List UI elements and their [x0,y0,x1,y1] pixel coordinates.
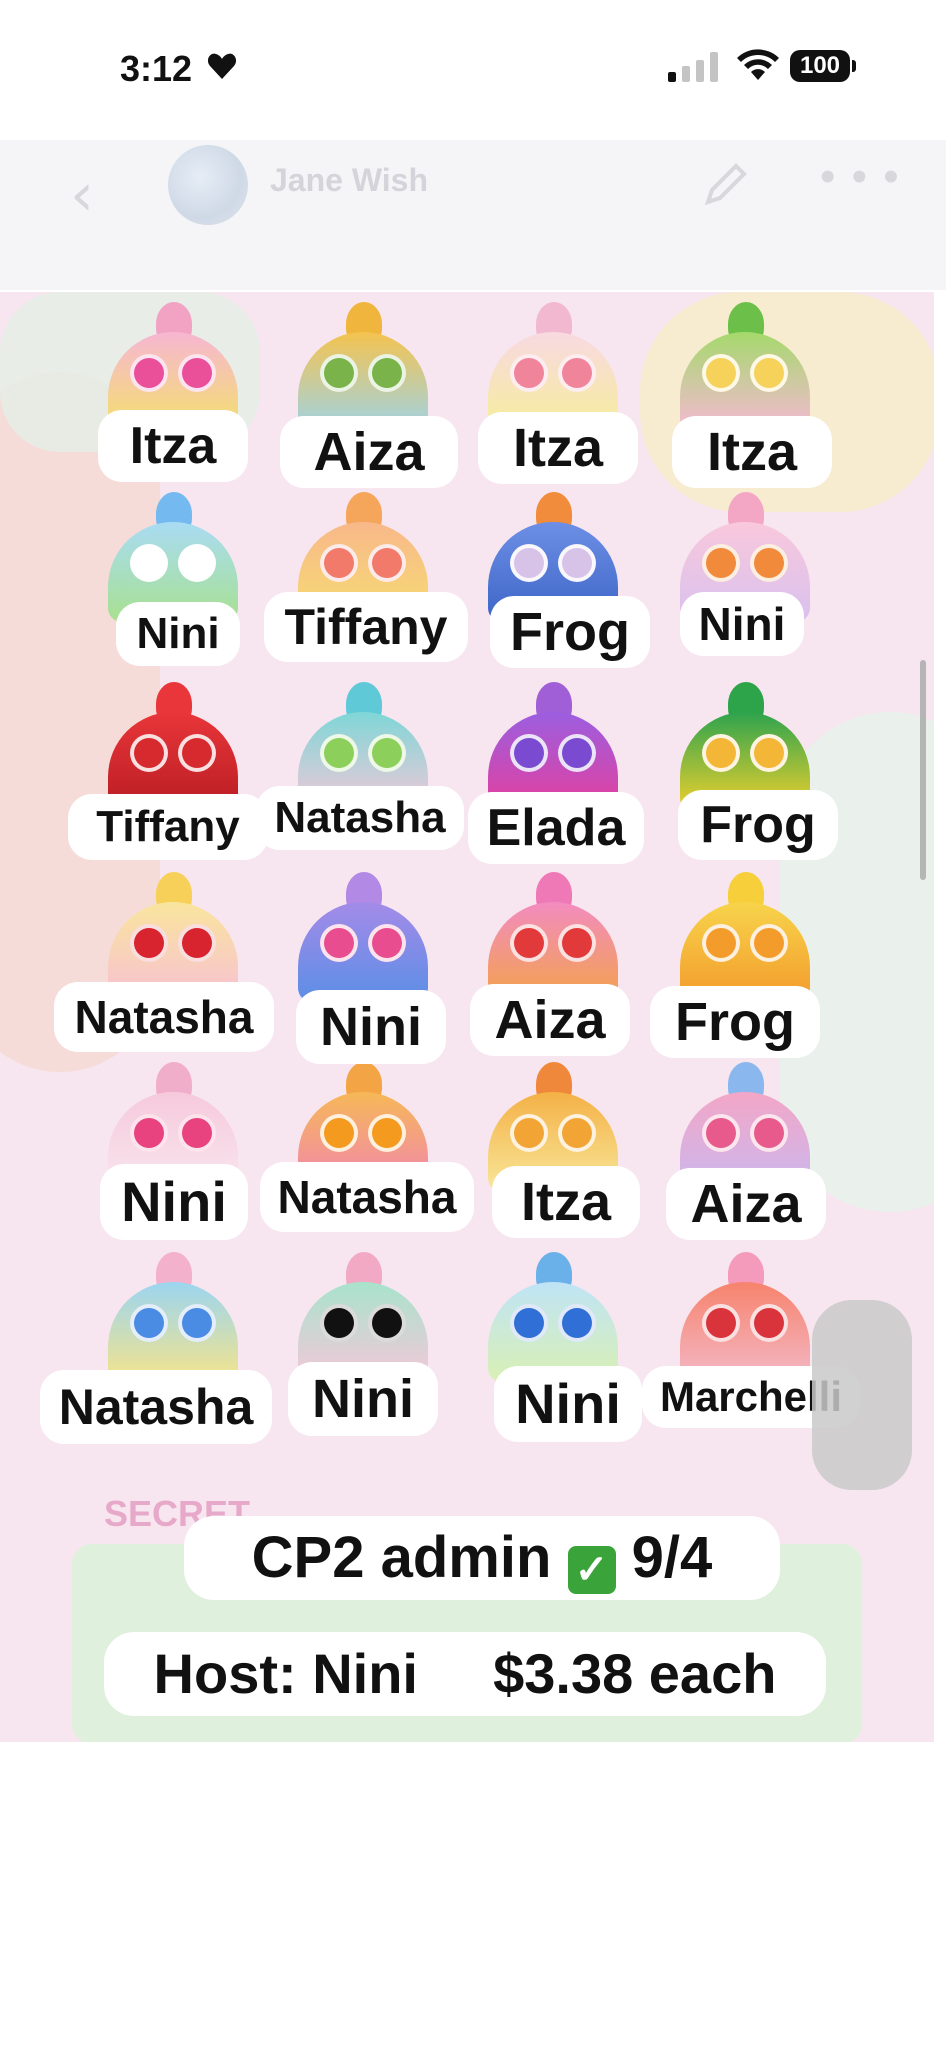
figure-label: Frog [678,790,838,860]
pencil-icon[interactable] [700,160,750,210]
nav-bar: ‹ Jane Wish • • • [0,140,946,290]
figure-label: Frog [490,596,650,668]
figure-label: Nini [296,990,446,1064]
scrollbar[interactable] [920,660,926,880]
figure-label: Nini [288,1362,438,1436]
figure-label: Natasha [260,1162,474,1232]
partial-figure-silhouette [812,1300,912,1490]
signal-icon [668,52,718,82]
figure-card [298,872,428,1002]
battery-tip [852,60,856,72]
avatar[interactable] [168,145,248,225]
host-name: Host: Nini [153,1642,418,1705]
figure-label: Natasha [40,1370,272,1444]
figure-label: Nini [100,1164,248,1240]
heart-icon [207,53,237,79]
checkmark-icon: ✓ [567,1546,616,1594]
wifi-icon [737,49,779,80]
figure-label: Tiffany [68,794,268,860]
admin-caption: CP2 admin ✓ 9/4 [184,1516,780,1600]
figure-label: Natasha [54,982,274,1052]
figure-label: Nini [116,602,240,666]
host-caption: Host: Nini $3.38 each [104,1632,826,1716]
figure-label: Itza [672,416,832,488]
figure-card [680,872,810,1002]
price: $3.38 each [493,1642,777,1705]
figure-card [298,302,428,432]
figure-label: Aiza [666,1168,826,1240]
figure-card [108,1252,238,1382]
figure-label: Itza [478,412,638,484]
back-chevron-icon[interactable]: ‹ [70,160,94,230]
more-options-icon[interactable]: • • • [820,152,901,202]
figure-label: Nini [680,592,804,656]
caption-date: 9/4 [631,1525,713,1590]
figure-label: Nini [494,1366,642,1442]
figure-label: Aiza [280,416,458,488]
figure-label: Elada [468,792,644,864]
figure-label: Tiffany [264,592,468,662]
battery-indicator: 100 [790,50,850,82]
status-bar: 3:12 100 [0,0,946,140]
figure-label: Itza [98,410,248,482]
figure-card [680,302,810,432]
figure-card [488,1252,618,1382]
nav-title[interactable]: Jane Wish [270,162,428,199]
figure-label: Aiza [470,984,630,1056]
figure-card [680,1252,810,1382]
caption-title: CP2 admin [251,1525,552,1590]
figure-label: Natasha [256,786,464,850]
figure-card [488,872,618,1002]
clock: 3:12 [120,48,193,89]
figure-label: Frog [650,986,820,1058]
figure-label: Itza [492,1166,640,1238]
figure-card [108,682,238,812]
